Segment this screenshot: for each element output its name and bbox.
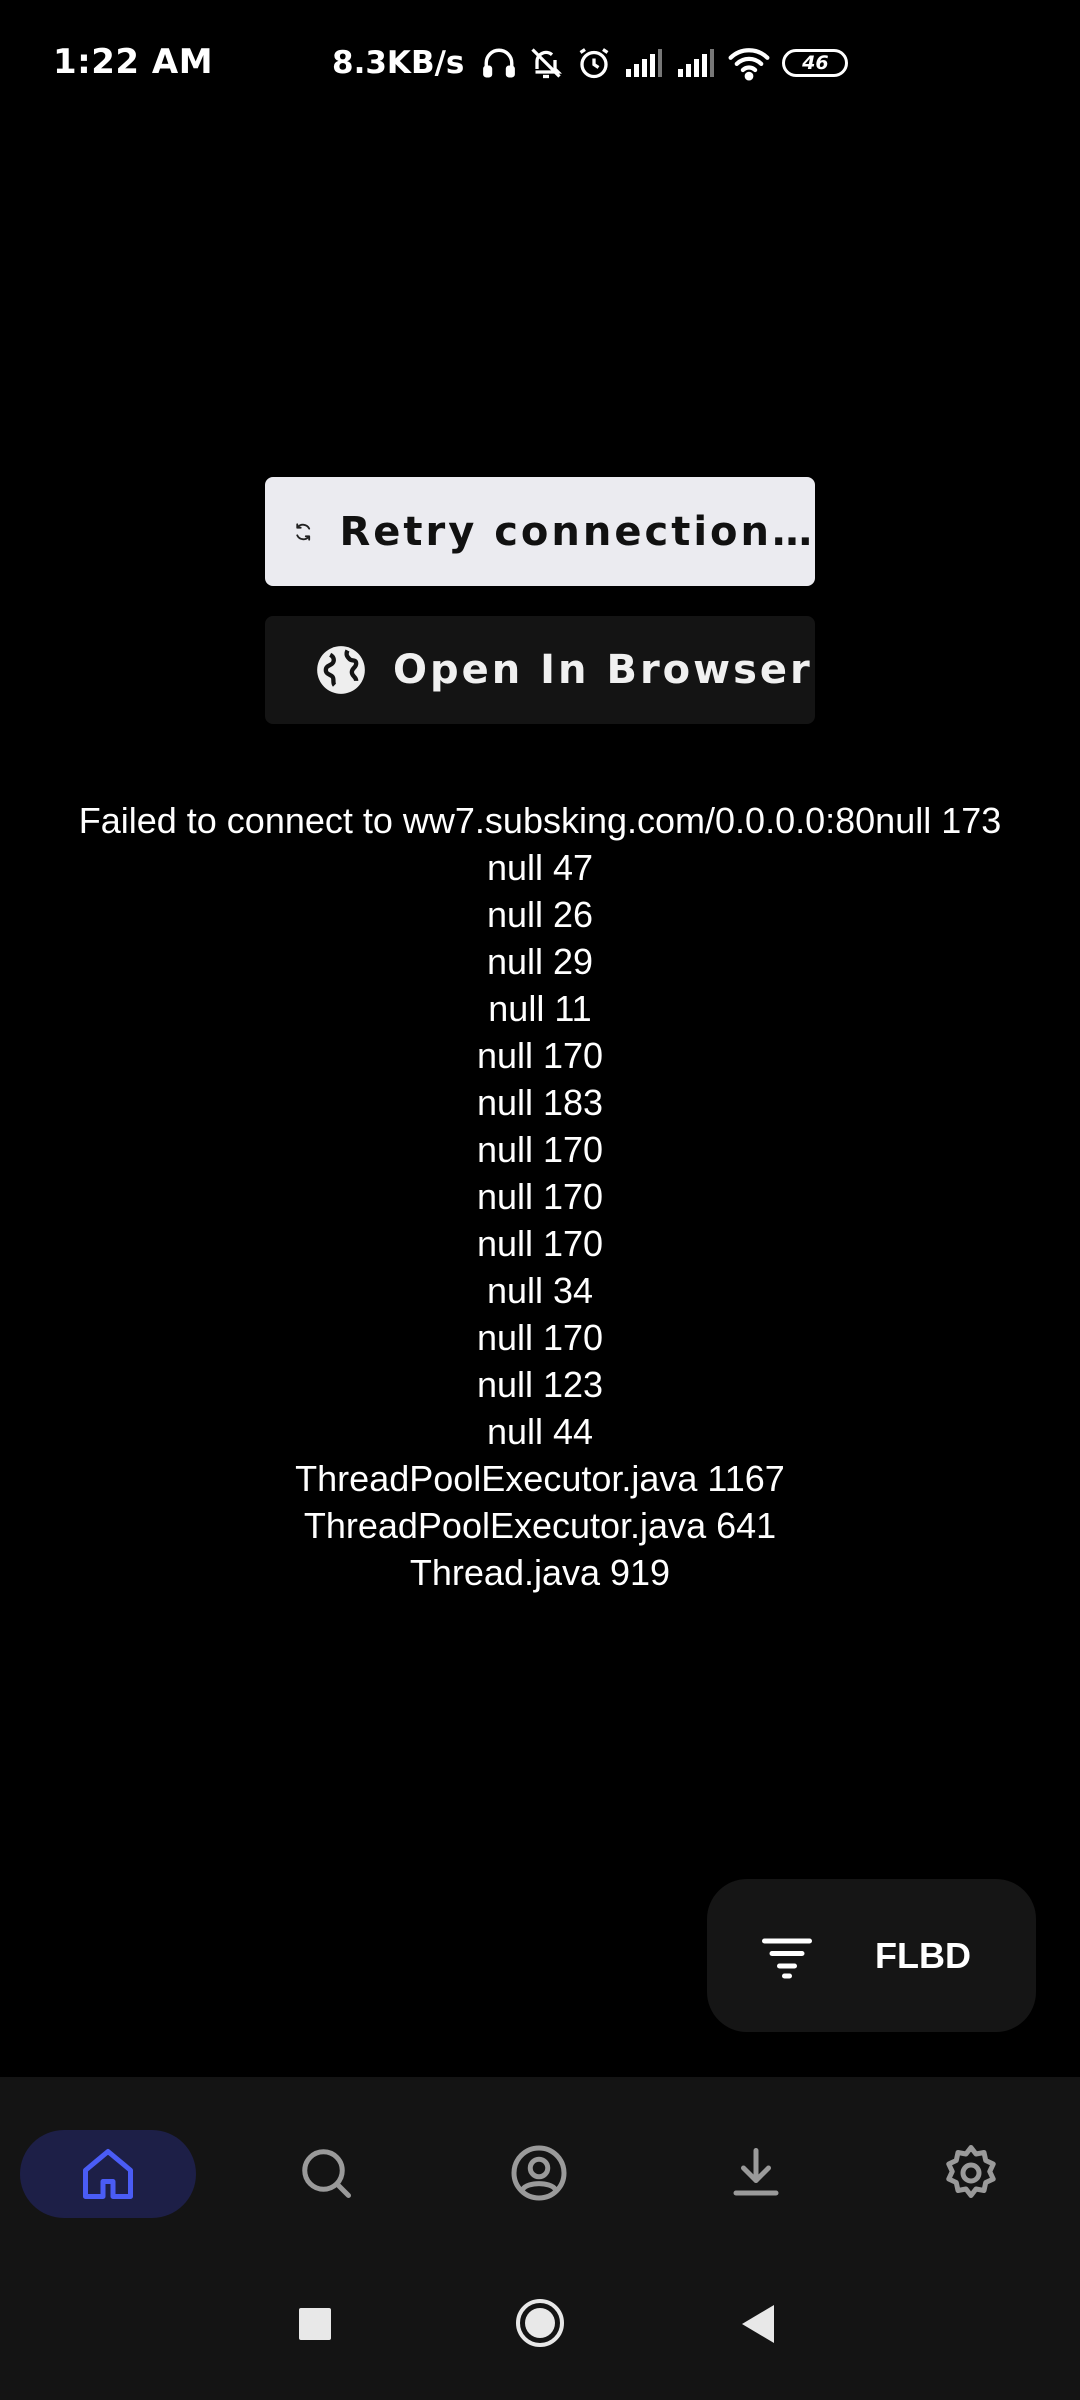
retry-connection-label: Retry connection… bbox=[339, 508, 815, 555]
download-icon[interactable] bbox=[726, 2143, 786, 2203]
bottom-navigation bbox=[0, 2077, 1080, 2267]
error-line: null 47 bbox=[486, 847, 594, 888]
error-line: ThreadPoolExecutor.java 641 bbox=[303, 1505, 777, 1546]
error-line: null 44 bbox=[486, 1411, 594, 1452]
search-icon[interactable] bbox=[296, 2143, 356, 2203]
network-speed: 8.3KB/s bbox=[332, 45, 465, 81]
filter-fab[interactable]: FLBD bbox=[707, 1879, 1036, 2032]
filter-fab-label: FLBD bbox=[875, 1934, 971, 1976]
recents-button[interactable] bbox=[297, 2306, 333, 2342]
back-button[interactable] bbox=[738, 2303, 778, 2345]
headphones-icon bbox=[483, 48, 516, 78]
home-icon bbox=[83, 2149, 133, 2199]
system-navigation-bar bbox=[0, 2267, 1080, 2400]
error-line: null 170 bbox=[476, 1176, 604, 1217]
battery-level: 46 bbox=[802, 52, 829, 74]
error-line: null 183 bbox=[476, 1082, 604, 1123]
filter-icon bbox=[762, 1938, 812, 1978]
signal-icon bbox=[678, 49, 715, 77]
error-line: Thread.java 919 bbox=[409, 1552, 671, 1593]
error-line: null 170 bbox=[476, 1035, 604, 1076]
error-line: null 170 bbox=[476, 1223, 604, 1264]
status-time: 1:22 AM bbox=[53, 42, 214, 82]
retry-connection-button[interactable]: Retry connection… bbox=[265, 477, 815, 586]
error-line: null 170 bbox=[476, 1317, 604, 1358]
error-line: null 123 bbox=[476, 1364, 604, 1405]
open-in-browser-label: Open In Browser bbox=[393, 647, 813, 693]
status-icons: 8.3KB/s 46 bbox=[332, 38, 849, 88]
error-line: null 29 bbox=[486, 941, 594, 982]
error-line: null 170 bbox=[476, 1129, 604, 1170]
error-message: Failed to connect to ww7.subsking.com/0.… bbox=[0, 797, 1080, 1596]
error-line: Failed to connect to ww7.subsking.com/0.… bbox=[78, 800, 1002, 841]
settings-icon[interactable] bbox=[941, 2143, 1001, 2203]
bell-muted-icon bbox=[531, 48, 563, 79]
refresh-icon bbox=[296, 522, 311, 541]
error-line: ThreadPoolExecutor.java 1167 bbox=[295, 1458, 785, 1499]
signal-icon bbox=[626, 49, 663, 77]
open-in-browser-button[interactable]: Open In Browser bbox=[265, 616, 815, 724]
error-line: null 26 bbox=[486, 894, 594, 935]
wifi-icon bbox=[728, 48, 770, 81]
status-bar: 1:22 AM 8.3KB/s 46 bbox=[0, 0, 1080, 130]
home-button[interactable] bbox=[514, 2297, 566, 2349]
alarm-icon bbox=[579, 48, 609, 79]
error-line: null 11 bbox=[488, 988, 592, 1029]
battery-icon: 46 bbox=[782, 49, 849, 77]
nav-item-home[interactable] bbox=[20, 2130, 196, 2218]
error-line: null 34 bbox=[486, 1270, 594, 1311]
globe-icon bbox=[317, 646, 365, 694]
account-icon[interactable] bbox=[509, 2143, 569, 2203]
